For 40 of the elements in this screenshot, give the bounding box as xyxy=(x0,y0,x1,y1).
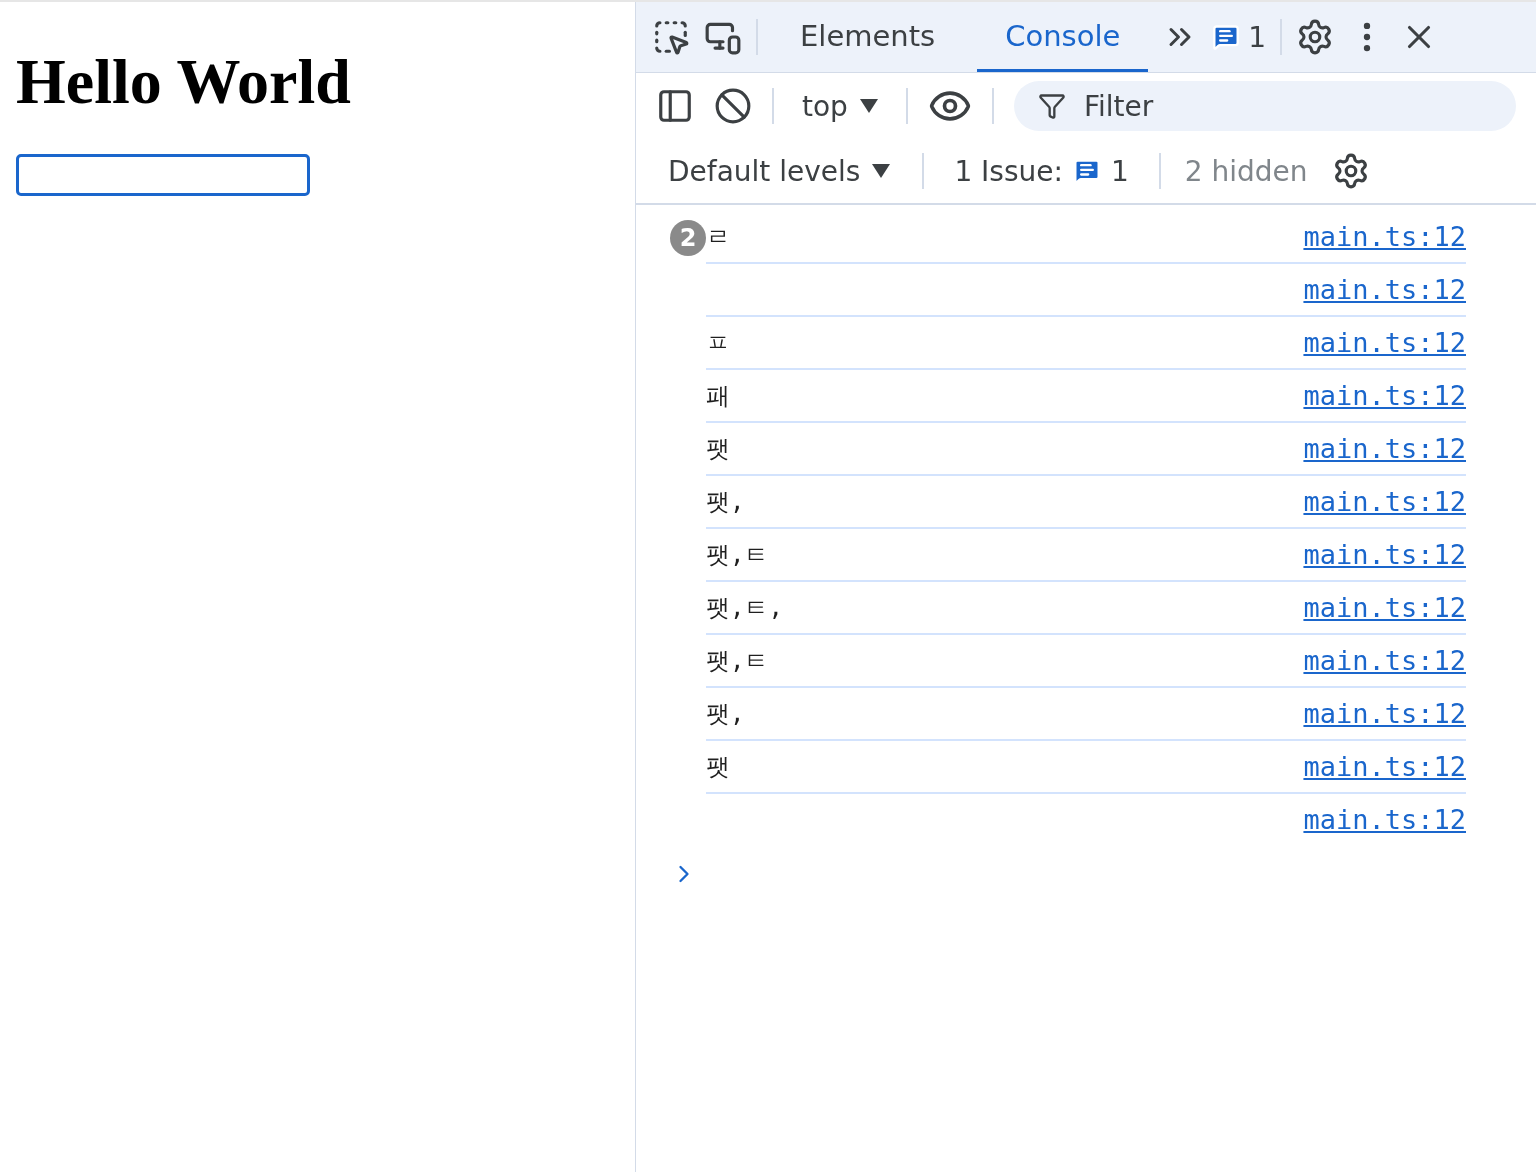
source-link[interactable]: main.ts:12 xyxy=(1303,539,1466,570)
hidden-count: 2 hidden xyxy=(1184,154,1308,188)
log-message: 팻,ㅌ, xyxy=(706,592,783,624)
log-message: 패 xyxy=(706,380,730,412)
filter-icon xyxy=(1037,92,1066,120)
log-message: 팻 xyxy=(706,751,730,783)
source-link[interactable]: main.ts:12 xyxy=(1303,592,1466,623)
source-link[interactable]: main.ts:12 xyxy=(1303,486,1466,517)
filter-field[interactable]: Filter xyxy=(1013,81,1516,131)
panel-tab[interactable]: Elements xyxy=(772,2,964,72)
caret-icon xyxy=(859,99,878,113)
clear-icon[interactable] xyxy=(714,87,752,125)
repeat-count: 2 xyxy=(670,219,706,256)
source-link[interactable]: main.ts:12 xyxy=(1303,327,1466,358)
log-message: 팻,ㅌ xyxy=(706,645,769,677)
message-icon xyxy=(1212,23,1241,51)
issues-badge[interactable]: 1 xyxy=(1212,2,1267,72)
context-dropdown[interactable]: top xyxy=(794,89,886,123)
source-link[interactable]: main.ts:12 xyxy=(1303,645,1466,676)
log-message: 팻 xyxy=(706,433,730,465)
filter-input[interactable]: Filter xyxy=(1081,88,1492,124)
source-link[interactable]: main.ts:12 xyxy=(1303,274,1466,305)
caret-icon xyxy=(872,164,891,178)
log-message: 팻, xyxy=(706,486,745,518)
log-message: ㄹ xyxy=(706,221,730,253)
source-link[interactable]: main.ts:12 xyxy=(1303,221,1466,252)
log-message: 팻, xyxy=(706,698,745,730)
log-message: 팻,ㅌ xyxy=(706,539,769,571)
source-link[interactable]: main.ts:12 xyxy=(1303,380,1466,411)
text-input[interactable] xyxy=(16,154,310,196)
sidebar-icon[interactable] xyxy=(656,87,694,125)
levels-dropdown[interactable]: Default levels xyxy=(660,154,899,188)
page-heading: Hello World xyxy=(16,50,352,114)
panel-tab[interactable]: Console xyxy=(977,2,1149,72)
issues-button[interactable]: 1 Issue: 1 xyxy=(948,153,1135,189)
log-message: ㅍ xyxy=(706,327,730,359)
source-link[interactable]: main.ts:12 xyxy=(1303,698,1466,729)
source-link[interactable]: main.ts:12 xyxy=(1303,433,1466,464)
source-link[interactable]: main.ts:12 xyxy=(1303,751,1466,782)
source-link[interactable]: main.ts:12 xyxy=(1303,804,1466,835)
